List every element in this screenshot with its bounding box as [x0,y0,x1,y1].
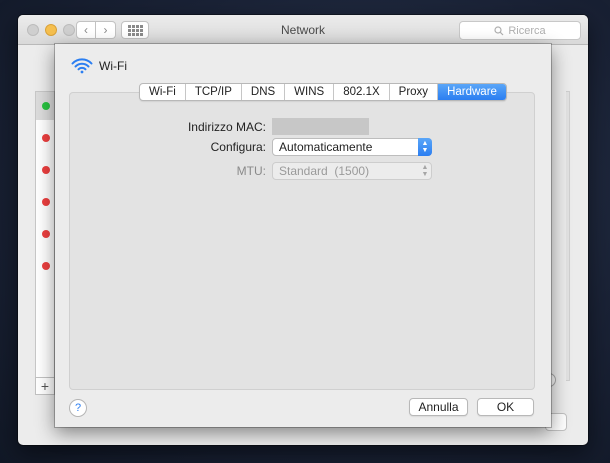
mac-address-row: Indirizzo MAC: [152,118,369,135]
mtu-label: MTU: [236,164,266,178]
tab-hardware[interactable]: Hardware [438,84,506,100]
mac-address-value-redacted [272,118,369,135]
tab-dns[interactable]: DNS [242,84,286,100]
status-dot-disconnected [42,262,50,270]
mtu-popup[interactable]: Standard (1500) ▲ ▼ [272,162,432,180]
tab-tcpip[interactable]: TCP/IP [186,84,242,100]
configure-value: Automaticamente [279,140,373,154]
tab-8021x[interactable]: 802.1X [334,84,390,100]
status-dot-disconnected [42,198,50,206]
tab-wifi[interactable]: Wi-Fi [140,84,186,100]
wifi-icon [71,58,93,74]
tab-wins[interactable]: WINS [285,84,335,100]
mac-address-label: Indirizzo MAC: [187,119,266,134]
configure-row: Configura: Automaticamente ▲ ▼ [152,138,432,156]
help-button[interactable]: ? [69,399,87,417]
search-placeholder: Ricerca [508,24,546,37]
details-panel-edge [566,91,570,381]
tab-content-panel [69,92,535,390]
status-dot-disconnected [42,230,50,238]
service-list[interactable] [35,91,55,381]
search-field[interactable]: Ricerca [459,21,581,40]
status-dot-connected [42,102,50,110]
status-dot-disconnected [42,134,50,142]
status-dot-disconnected [42,166,50,174]
tab-proxy[interactable]: Proxy [390,84,439,100]
mtu-value: Standard (1500) [279,164,370,178]
ok-button[interactable]: OK [477,398,534,416]
configure-label: Configura: [210,140,266,154]
settings-tabs: Wi-Fi TCP/IP DNS WINS 802.1X Proxy Hardw… [139,83,507,101]
interface-name: Wi-Fi [99,59,127,73]
mtu-row: MTU: Standard (1500) ▲ ▼ [152,162,432,180]
title-bar: ‹ › Network Ricerca [18,15,588,45]
popup-arrows-icon: ▲ ▼ [418,138,432,156]
sheet-header: Wi-Fi [71,58,127,74]
configure-popup[interactable]: Automaticamente ▲ ▼ [272,138,432,156]
add-service-button[interactable]: + [35,377,55,395]
search-icon [494,25,504,35]
advanced-settings-sheet: Wi-Fi Wi-Fi TCP/IP DNS WINS 802.1X Proxy… [55,44,551,427]
cancel-button[interactable]: Annulla [409,398,468,416]
popup-arrows-icon: ▲ ▼ [421,164,429,178]
